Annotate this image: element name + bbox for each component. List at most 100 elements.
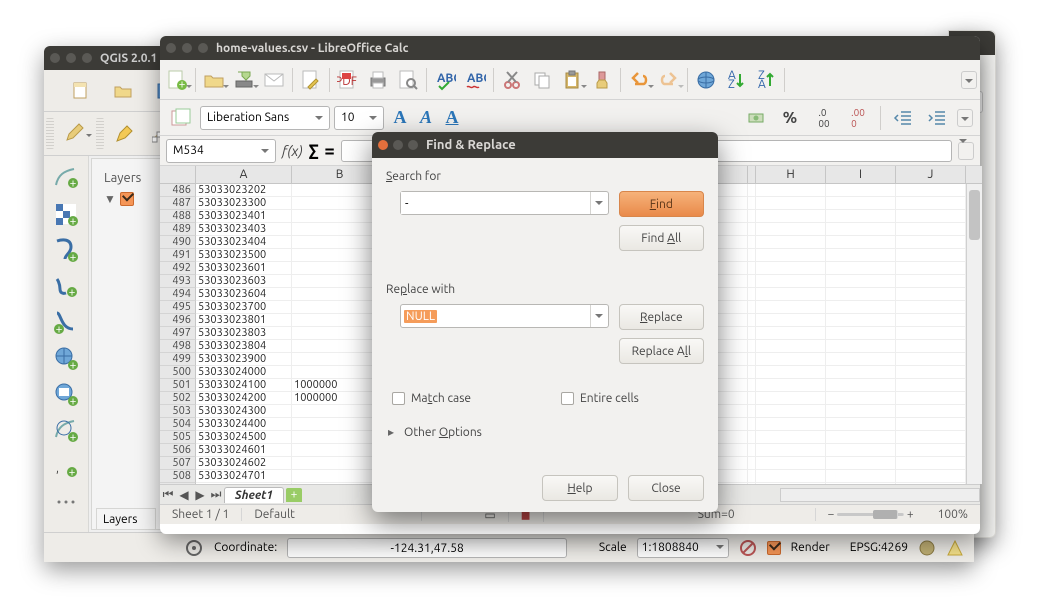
- cell[interactable]: [748, 327, 756, 339]
- cell[interactable]: [896, 457, 966, 469]
- autospellcheck-icon[interactable]: ABC: [461, 66, 489, 94]
- cell[interactable]: [826, 262, 896, 274]
- cell[interactable]: [826, 314, 896, 326]
- cell[interactable]: [826, 366, 896, 378]
- cell[interactable]: [756, 431, 826, 443]
- cell[interactable]: [826, 210, 896, 222]
- cell[interactable]: [896, 418, 966, 430]
- row-header[interactable]: 497: [160, 327, 196, 340]
- add-wfs-icon[interactable]: +: [52, 416, 80, 444]
- cell[interactable]: [756, 470, 826, 482]
- cell[interactable]: [826, 483, 896, 484]
- add-wcs-icon[interactable]: +: [52, 380, 80, 408]
- row-header[interactable]: 495: [160, 301, 196, 314]
- cell[interactable]: [756, 392, 826, 404]
- cell[interactable]: [756, 275, 826, 287]
- match-case-checkbox[interactable]: Match case: [392, 392, 471, 405]
- cell[interactable]: [756, 236, 826, 248]
- cell[interactable]: [896, 197, 966, 209]
- cell[interactable]: [826, 470, 896, 482]
- add-mssql-icon[interactable]: +: [52, 308, 80, 336]
- cell[interactable]: [826, 236, 896, 248]
- format-paintbrush-icon[interactable]: [588, 66, 616, 94]
- cut-icon[interactable]: [498, 66, 526, 94]
- column-header[interactable]: I: [826, 166, 896, 183]
- add-sheet-icon[interactable]: +: [286, 488, 302, 502]
- cell[interactable]: [756, 301, 826, 313]
- row-header[interactable]: 507: [160, 457, 196, 470]
- cell[interactable]: [748, 418, 756, 430]
- layer-visibility-checkbox[interactable]: [120, 192, 134, 206]
- cell[interactable]: [826, 184, 896, 196]
- row-header[interactable]: 493: [160, 275, 196, 288]
- cell[interactable]: 53033023603: [196, 275, 292, 287]
- toggle-extents-icon[interactable]: [184, 538, 204, 558]
- dropdown-icon[interactable]: [590, 305, 608, 327]
- expand-icon[interactable]: ▸: [388, 425, 394, 439]
- cell[interactable]: 53033024400: [196, 418, 292, 430]
- cell[interactable]: [756, 483, 826, 484]
- cell[interactable]: [756, 197, 826, 209]
- formula-expand-icon[interactable]: [958, 142, 974, 160]
- cell[interactable]: 53033023202: [196, 184, 292, 196]
- cell[interactable]: [748, 457, 756, 469]
- last-sheet-icon[interactable]: ⏭: [208, 488, 224, 502]
- crs-icon[interactable]: [918, 539, 936, 557]
- cell[interactable]: [748, 379, 756, 391]
- cell[interactable]: [748, 340, 756, 352]
- row-header[interactable]: 506: [160, 444, 196, 457]
- zoom-slider[interactable]: −+: [816, 508, 926, 521]
- new-file-icon[interactable]: [62, 81, 100, 101]
- cell[interactable]: [896, 301, 966, 313]
- row-header[interactable]: 494: [160, 288, 196, 301]
- cell[interactable]: [896, 353, 966, 365]
- sum-icon[interactable]: ∑: [309, 141, 319, 161]
- cell[interactable]: [748, 184, 756, 196]
- cell[interactable]: 53033023804: [196, 340, 292, 352]
- dialog-titlebar[interactable]: Find & Replace: [372, 132, 718, 158]
- first-sheet-icon[interactable]: ⏮: [160, 488, 176, 502]
- cell[interactable]: [826, 405, 896, 417]
- more-icon[interactable]: [52, 488, 80, 516]
- cell[interactable]: 53033023604: [196, 288, 292, 300]
- cell[interactable]: 53033024601: [196, 444, 292, 456]
- cell[interactable]: [756, 327, 826, 339]
- cell[interactable]: [748, 470, 756, 482]
- cell[interactable]: [748, 405, 756, 417]
- add-vector-icon[interactable]: +: [52, 164, 80, 192]
- cell[interactable]: [748, 353, 756, 365]
- entire-cells-checkbox[interactable]: Entire cells: [561, 392, 639, 405]
- cell[interactable]: [748, 249, 756, 261]
- cell[interactable]: [896, 314, 966, 326]
- cell[interactable]: [748, 288, 756, 300]
- open-icon[interactable]: [104, 81, 142, 101]
- cell[interactable]: [826, 392, 896, 404]
- row-header[interactable]: 505: [160, 431, 196, 444]
- cell[interactable]: [896, 392, 966, 404]
- cell[interactable]: [748, 366, 756, 378]
- cell[interactable]: 53033024702: [196, 483, 292, 484]
- open-icon[interactable]: [200, 66, 228, 94]
- add-delimited-icon[interactable]: ,+: [52, 452, 80, 480]
- cell[interactable]: 53033023404: [196, 236, 292, 248]
- add-postgis-icon[interactable]: +: [52, 236, 80, 264]
- calc-titlebar[interactable]: home-values.csv - LibreOffice Calc: [160, 36, 980, 60]
- undo-icon[interactable]: [625, 66, 653, 94]
- row-header[interactable]: 508: [160, 470, 196, 483]
- cell[interactable]: [826, 197, 896, 209]
- currency-icon[interactable]: [742, 104, 770, 132]
- cell[interactable]: [826, 379, 896, 391]
- row-header[interactable]: 488: [160, 210, 196, 223]
- row-header[interactable]: 486: [160, 184, 196, 197]
- cell[interactable]: [748, 275, 756, 287]
- cell[interactable]: [896, 236, 966, 248]
- italic-icon[interactable]: A: [414, 106, 438, 130]
- cell[interactable]: [748, 431, 756, 443]
- cell[interactable]: 53033024000: [196, 366, 292, 378]
- toolbar-dropdown-icon[interactable]: [961, 71, 977, 89]
- cell[interactable]: [896, 262, 966, 274]
- replace-field[interactable]: NULL: [400, 304, 609, 328]
- row-header[interactable]: 500: [160, 366, 196, 379]
- cell[interactable]: [896, 184, 966, 196]
- cell[interactable]: 53033023900: [196, 353, 292, 365]
